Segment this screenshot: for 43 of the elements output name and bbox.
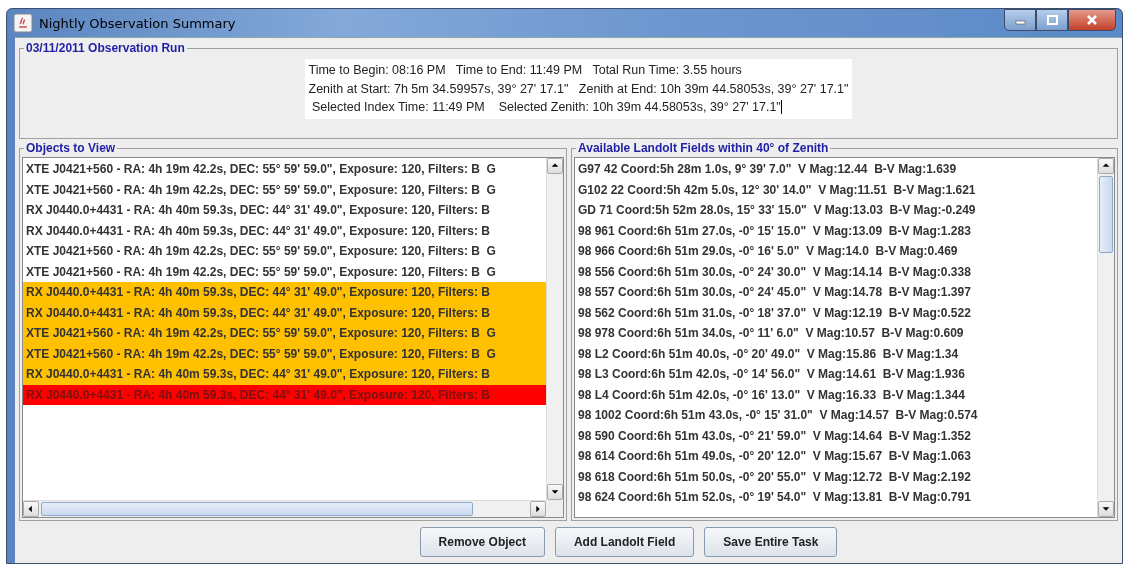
landolt-row[interactable]: 98 557 Coord:6h 51m 30.0s, -0° 24' 45.0" V Mag:14.78 B-V Mag:1.397 [575,282,1097,303]
scrollbar-thumb[interactable] [1099,176,1113,253]
landolt-row[interactable]: 98 961 Coord:6h 51m 27.0s, -0° 15' 15.0" V Mag:13.09 B-V Mag:1.283 [575,220,1097,241]
action-button[interactable]: Remove Object [419,527,545,557]
window-title: Nightly Observation Summary [39,15,236,31]
horizontal-scrollbar[interactable] [23,500,546,517]
app-icon [13,13,33,33]
close-button[interactable] [1068,9,1116,31]
landolt-row[interactable]: 98 L2 Coord:6h 51m 40.0s, -0° 20' 49.0" V Mag:15.86 B-V Mag:1.34 [575,343,1097,364]
landolt-row[interactable]: G97 42 Coord:5h 28m 1.0s, 9° 39' 7.0" V Mag:12.44 B-V Mag:1.639 [575,159,1097,180]
landolt-row[interactable]: 98 1002 Coord:6h 51m 43.0s, -0° 15' 31.0" V Mag:14.57 B-V Mag:0.574 [575,405,1097,426]
minimize-button[interactable] [1004,9,1036,31]
panel-title: 03/11/2011 Observation Run [25,41,186,55]
text-cursor [780,100,782,115]
landolt-row[interactable]: 98 L4 Coord:6h 51m 42.0s, -0° 16' 13.0" V Mag:16.33 B-V Mag:1.344 [575,384,1097,405]
run-info-field[interactable]: Time to Begin: 08:16 PM Time to End: 11:49 PM Total Run Time: 3.55 hours Zenith at Start: 7h 5m 34.59957s, 39° 27' 17.1" Zenith at End: 10h 39m 44.58053s, 39° 27' 17.1" Selected Index Time: 11:49 PM Selected Zenith: 10h 39m 44.58053s, 39° 27' 17.1" [304,59,853,119]
landolt-row[interactable]: G102 22 Coord:5h 42m 5.0s, 12° 30' 14.0" V Mag:11.51 B-V Mag:1.621 [575,179,1097,200]
landolt-row[interactable]: 98 624 Coord:6h 51m 52.0s, -0° 19' 54.0" V Mag:13.81 B-V Mag:0.791 [575,487,1097,508]
landolt-row[interactable]: 98 562 Coord:6h 51m 31.0s, -0° 18' 37.0" V Mag:12.19 B-V Mag:0.522 [575,302,1097,323]
object-row[interactable]: XTE J0421+560 - RA: 4h 19m 42.2s, DEC: 55° 59' 59.0", Exposure: 120, Filters: B G [23,323,546,344]
object-row[interactable]: RX J0440.0+4431 - RA: 4h 40m 59.3s, DEC: 44° 31' 49.0", Exposure: 120, Filters: B [23,302,546,323]
vertical-scrollbar[interactable] [1097,158,1114,517]
maximize-icon [1046,15,1058,25]
scrollbar-corner [546,500,563,517]
landolt-row[interactable]: 98 590 Coord:6h 51m 43.0s, -0° 21' 59.0" V Mag:14.64 B-V Mag:1.352 [575,425,1097,446]
landolt-row[interactable]: 98 614 Coord:6h 51m 49.0s, -0° 20' 12.0" V Mag:15.67 B-V Mag:1.063 [575,446,1097,467]
panel-title: Objects to View [25,141,117,155]
object-row[interactable]: XTE J0421+560 - RA: 4h 19m 42.2s, DEC: 55° 59' 59.0", Exposure: 120, Filters: B G [23,343,546,364]
landolt-row[interactable]: 98 L3 Coord:6h 51m 42.0s, -0° 14' 56.0" V Mag:14.61 B-V Mag:1.936 [575,364,1097,385]
landolt-row[interactable]: GD 71 Coord:5h 52m 28.0s, 15° 33' 15.0" V Mag:13.03 B-V Mag:-0.249 [575,200,1097,221]
landolt-row[interactable]: 98 618 Coord:6h 51m 50.0s, -0° 20' 55.0" V Mag:12.72 B-V Mag:2.192 [575,466,1097,487]
vertical-scrollbar[interactable] [546,158,563,500]
action-button[interactable]: Save Entire Task [704,527,838,557]
landolt-row[interactable]: 98 978 Coord:6h 51m 34.0s, -0° 11' 6.0" V Mag:10.57 B-V Mag:0.609 [575,323,1097,344]
object-row[interactable]: RX J0440.0+4431 - RA: 4h 40m 59.3s, DEC: 44° 31' 49.0", Exposure: 120, Filters: B [23,282,546,303]
panel-title: Available Landolt Fields within 40° of Zenith [577,141,830,155]
landolt-row[interactable]: 98 556 Coord:6h 51m 30.0s, -0° 24' 30.0" V Mag:14.14 B-V Mag:0.338 [575,261,1097,282]
landolt-row[interactable]: 98 966 Coord:6h 51m 29.0s, -0° 16' 5.0" V Mag:14.0 B-V Mag:0.469 [575,241,1097,262]
close-icon [1086,15,1098,25]
action-button[interactable]: Add Landolt Field [554,527,695,557]
scrollbar-thumb[interactable] [41,502,473,516]
maximize-button[interactable] [1036,9,1068,31]
object-row[interactable]: RX J0440.0+4431 - RA: 4h 40m 59.3s, DEC: 44° 31' 49.0", Exposure: 120, Filters: B [23,364,546,385]
